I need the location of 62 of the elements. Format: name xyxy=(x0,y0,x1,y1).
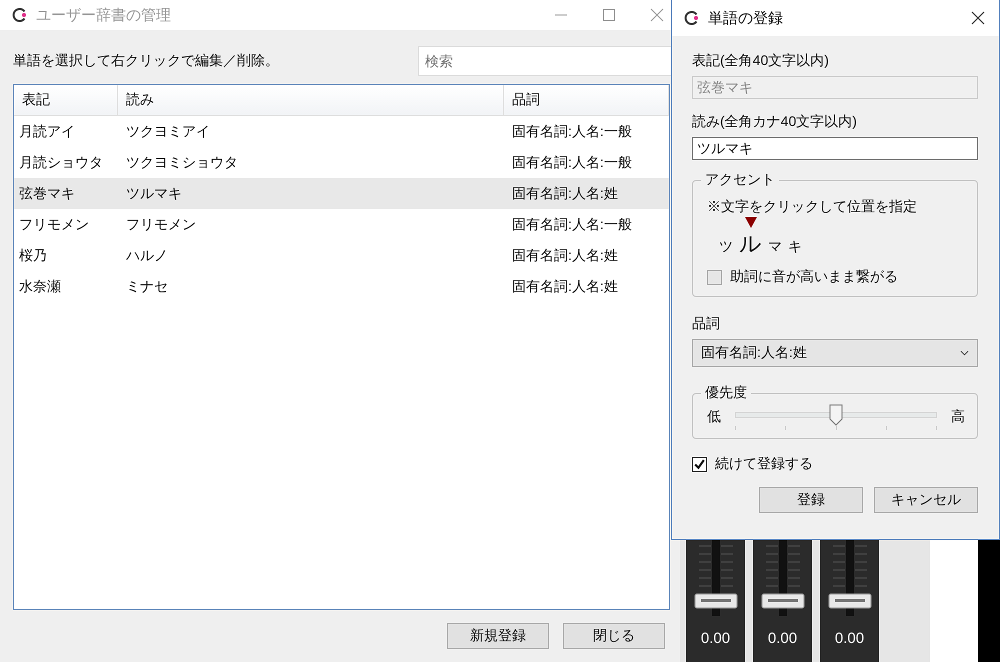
reading-input-field[interactable]: ツルマキ xyxy=(692,137,978,160)
mora-character[interactable]: ル xyxy=(739,232,762,256)
caret-icon xyxy=(960,350,969,356)
table-row[interactable]: 月読ショウタ ツクヨミショウタ 固有名詞:人名:一般 xyxy=(14,147,669,178)
table-cell-text: 固有名詞:人名:姓 xyxy=(511,278,619,296)
slider-thumb[interactable] xyxy=(829,404,843,426)
group-legend: アクセント xyxy=(701,171,779,189)
group-legend: 優先度 xyxy=(701,384,751,402)
dialog-title: 単語の登録 xyxy=(708,8,783,28)
checkbox[interactable] xyxy=(707,270,722,284)
close-icon[interactable] xyxy=(971,11,985,25)
table-cell-text: フリモメン xyxy=(18,216,90,234)
table-cell-text: 桜乃 xyxy=(18,246,48,264)
table-cell-text: 水奈瀬 xyxy=(18,278,62,296)
dialog-button[interactable]: 新規登録 xyxy=(447,623,549,649)
table-row[interactable]: 弦巻マキ ツルマキ 固有名詞:人名:姓 xyxy=(14,178,669,209)
column-header[interactable]: 読み xyxy=(118,85,504,115)
app-logo-icon xyxy=(684,10,700,26)
table-cell-text: 固有名詞:人名:一般 xyxy=(511,154,633,172)
dialog-button[interactable]: 登録 xyxy=(759,487,863,513)
table-row[interactable]: 桜乃 ハルノ 固有名詞:人名:姓 xyxy=(14,240,669,271)
mora-character[interactable]: ツ xyxy=(719,236,733,256)
table-cell-text: 弦巻マキ xyxy=(18,184,76,202)
table-cell-text: ハルノ xyxy=(125,246,169,264)
priority-slider[interactable] xyxy=(735,404,937,430)
accent-note: ※文字をクリックして位置を指定 xyxy=(707,198,918,216)
slider-high-label: 高 xyxy=(951,408,965,426)
table-cell-text: 月読ショウタ xyxy=(18,154,104,172)
column-header[interactable]: 表記 xyxy=(14,85,118,115)
instruction-text: 単語を選択して右クリックで編集／削除。 xyxy=(13,52,279,70)
field-label: 品詞 xyxy=(692,315,721,333)
window-title: ユーザー辞書の管理 xyxy=(36,6,171,24)
dialog-button[interactable]: 閉じる xyxy=(563,623,665,649)
table-cell-text: 固有名詞:人名:姓 xyxy=(511,184,619,202)
table-cell-text: ツルマキ xyxy=(125,184,183,202)
fader-reading: 0.00 xyxy=(700,630,730,647)
table-cell-text: ツクヨミショウタ xyxy=(125,154,239,172)
app-logo-icon xyxy=(12,7,28,23)
table-cell-text: ミナセ xyxy=(125,278,169,296)
column-header[interactable]: 品詞 xyxy=(504,85,669,115)
dialog-button[interactable]: キャンセル xyxy=(874,487,978,513)
field-label: 読み(全角カナ40文字以内) xyxy=(692,113,858,131)
fader-reading: 0.00 xyxy=(768,630,798,647)
maximize-icon[interactable] xyxy=(602,8,616,22)
table-cell-text: フリモメン xyxy=(125,216,197,234)
table-cell-text: 月読アイ xyxy=(18,122,76,140)
table-row[interactable]: 水奈瀬 ミナセ 固有名詞:人名:姓 xyxy=(14,271,669,302)
mora-character[interactable]: キ xyxy=(788,236,802,256)
checkbox-label: 続けて登録する xyxy=(715,455,813,473)
table-cell-text: ツクヨミアイ xyxy=(125,122,211,140)
table-cell-text: 固有名詞:人名:姓 xyxy=(511,246,619,264)
table-row[interactable]: フリモメン フリモメン 固有名詞:人名:一般 xyxy=(14,209,669,240)
field-label: 表記(全角40文字以内) xyxy=(692,52,830,70)
mora-character[interactable]: マ xyxy=(768,236,782,256)
fader-reading: 0.00 xyxy=(834,630,864,647)
table-cell-text: 固有名詞:人名:一般 xyxy=(511,122,633,140)
part-of-speech-dropdown[interactable]: 固有名詞:人名:姓 xyxy=(692,339,978,367)
slider-low-label: 低 xyxy=(707,408,721,426)
checkbox-label: 助詞に音が高いまま繋がる xyxy=(730,268,898,286)
table-cell-text: 固有名詞:人名:一般 xyxy=(511,216,633,234)
checkbox[interactable] xyxy=(692,456,707,472)
table-row[interactable]: 月読アイ ツクヨミアイ 固有名詞:人名:一般 xyxy=(14,116,669,147)
